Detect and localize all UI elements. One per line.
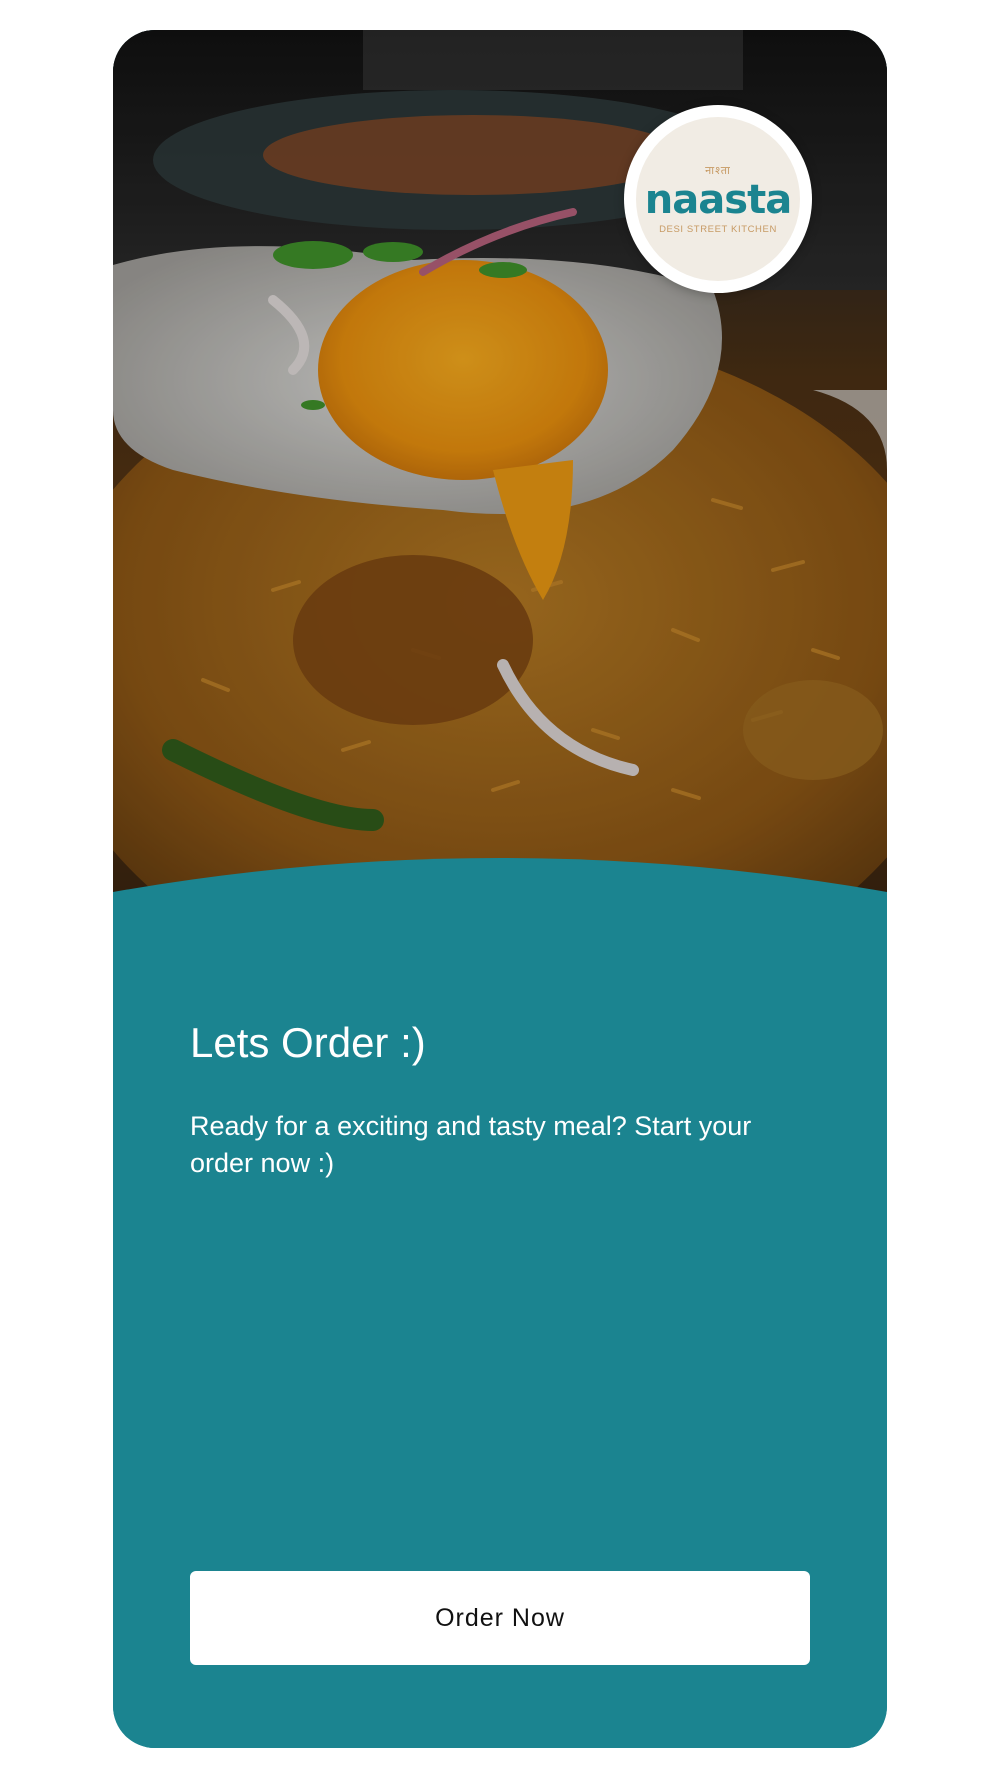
page-title: Lets Order :): [190, 1019, 426, 1066]
welcome-screen: नाश्ता naasta DESI STREET KITCHEN Lets O…: [113, 30, 887, 1748]
logo-mark-text: नाश्ता: [705, 165, 731, 177]
logo-inner: नाश्ता naasta DESI STREET KITCHEN: [636, 117, 800, 281]
page-subtitle: Ready for a exciting and tasty meal? Sta…: [190, 1111, 752, 1178]
logo-wordmark: naasta: [644, 177, 792, 223]
logo-tagline: DESI STREET KITCHEN: [659, 224, 777, 235]
order-now-button[interactable]: Order Now: [190, 1571, 810, 1665]
brand-logo: नाश्ता naasta DESI STREET KITCHEN: [624, 105, 812, 293]
